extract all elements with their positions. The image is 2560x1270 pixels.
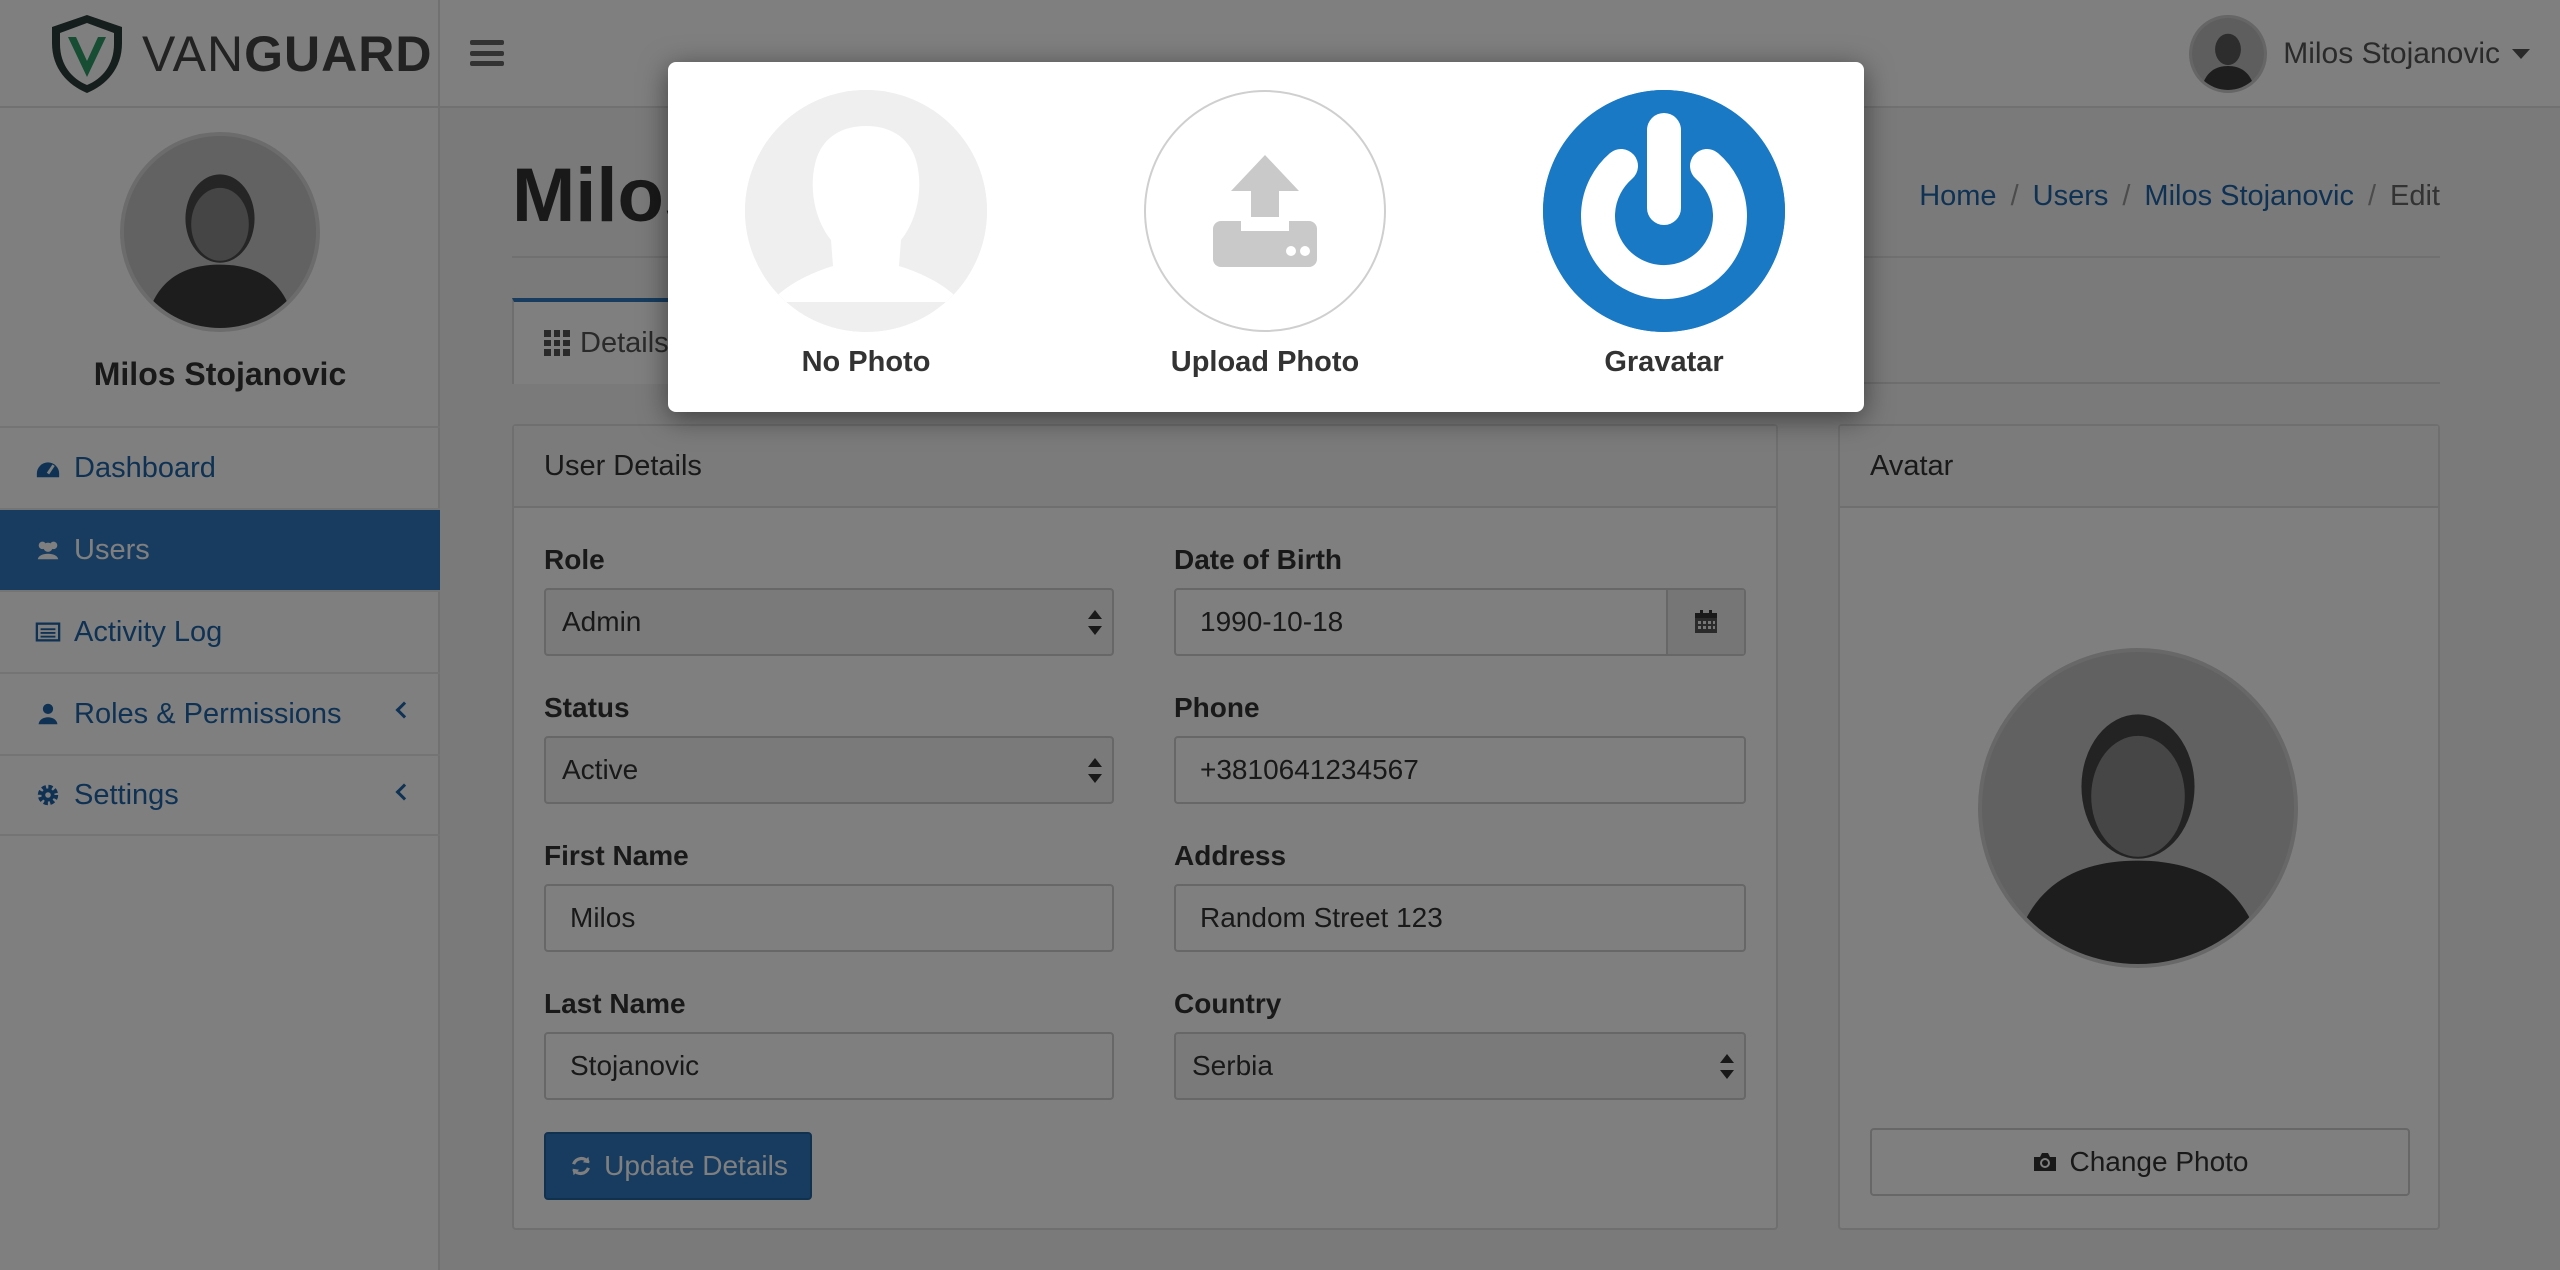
- upload-icon: [1144, 90, 1386, 332]
- gravatar-label: Gravatar: [1604, 346, 1724, 378]
- avatar-source-modal: No Photo Upload Photo Gravatar: [668, 62, 1864, 412]
- upload-photo-option[interactable]: Upload Photo: [1135, 90, 1395, 379]
- upload-photo-label: Upload Photo: [1170, 346, 1360, 378]
- gravatar-option[interactable]: Gravatar: [1534, 90, 1794, 379]
- no-photo-label: No Photo: [801, 346, 931, 378]
- no-photo-option[interactable]: No Photo: [736, 90, 996, 379]
- no-photo-placeholder-icon: [745, 90, 987, 332]
- gravatar-logo-icon: [1543, 90, 1785, 332]
